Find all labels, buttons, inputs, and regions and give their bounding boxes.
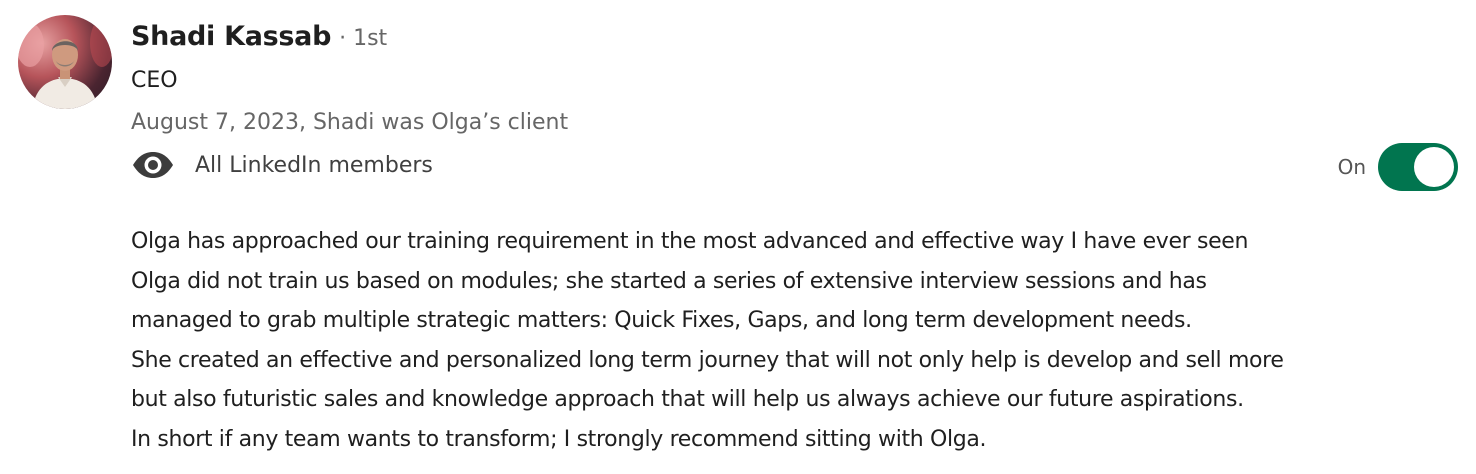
connection-degree: · 1st <box>339 26 388 51</box>
show-recommendation-toggle: On <box>1338 143 1458 191</box>
recommendation-line: managed to grab multiple strategic matte… <box>131 308 1192 333</box>
recommendation-line: In short if any team wants to transform;… <box>131 426 987 452</box>
recommendation-line: She created an effective and personalize… <box>131 347 1284 373</box>
recommendation-text: Olga has approached our training require… <box>131 222 1471 459</box>
eye-icon <box>131 150 175 180</box>
recommender-headline: CEO <box>131 68 178 93</box>
avatar[interactable] <box>18 15 112 109</box>
recommendation-line: Olga has approached our training require… <box>131 229 1249 254</box>
toggle-knob <box>1414 147 1454 187</box>
recommendation-line: but also futuristic sales and knowledge … <box>131 387 1244 412</box>
toggle-state-label: On <box>1337 155 1366 179</box>
recommender-name[interactable]: Shadi Kassab <box>131 21 331 52</box>
recommendation-meta: August 7, 2023, Shadi was Olga’s client <box>131 110 569 135</box>
profile-photo <box>18 19 112 109</box>
visibility-toggle-switch[interactable] <box>1378 143 1458 191</box>
visibility-setting: All LinkedIn members <box>131 150 433 180</box>
recommender-name-row: Shadi Kassab · 1st <box>131 21 387 52</box>
recommendation-line: Olga did not train us based on modules; … <box>131 268 1207 294</box>
visibility-label: All LinkedIn members <box>195 152 433 178</box>
